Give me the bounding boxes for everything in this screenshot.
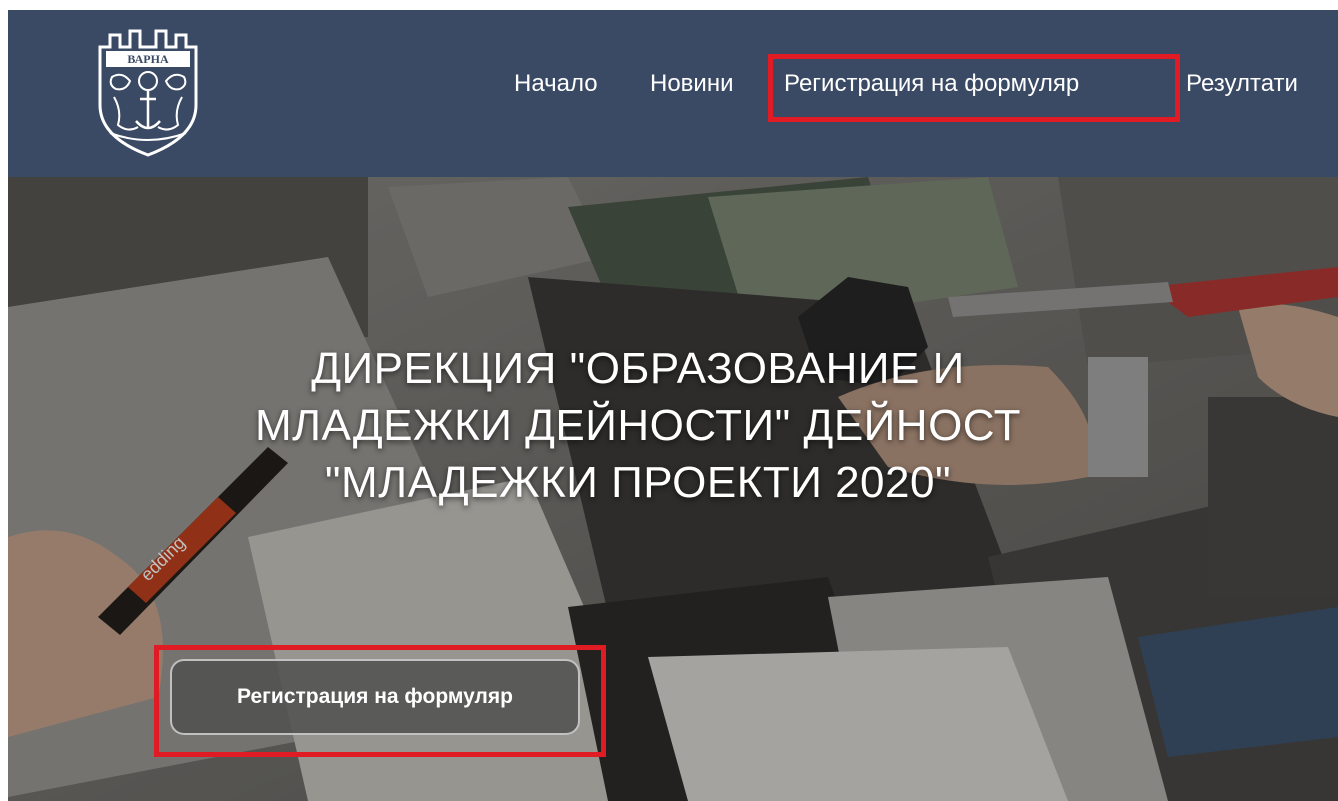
nav-link-news[interactable]: Новини	[650, 70, 734, 98]
logo-text: ВАРНА	[127, 52, 169, 66]
top-navbar: ВАРНА Начало Новини Регистрация на форму…	[8, 10, 1338, 177]
register-form-button[interactable]: Регистрация на формуляр	[170, 659, 580, 735]
nav-link-results[interactable]: Резултати	[1186, 70, 1298, 98]
nav-link-home[interactable]: Начало	[514, 70, 598, 98]
varna-coat-of-arms-icon[interactable]: ВАРНА	[92, 25, 204, 157]
page-frame: ВАРНА Начало Новини Регистрация на форму…	[8, 10, 1338, 801]
nav-link-form-registration[interactable]: Регистрация на формуляр	[784, 70, 1079, 98]
hero-banner: edding ДИРЕКЦИЯ "ОБРАЗОВАНИЕ И МЛАДЕЖКИ …	[8, 177, 1338, 801]
hero-title: ДИРЕКЦИЯ "ОБРАЗОВАНИЕ И МЛАДЕЖКИ ДЕЙНОСТ…	[255, 344, 1021, 507]
